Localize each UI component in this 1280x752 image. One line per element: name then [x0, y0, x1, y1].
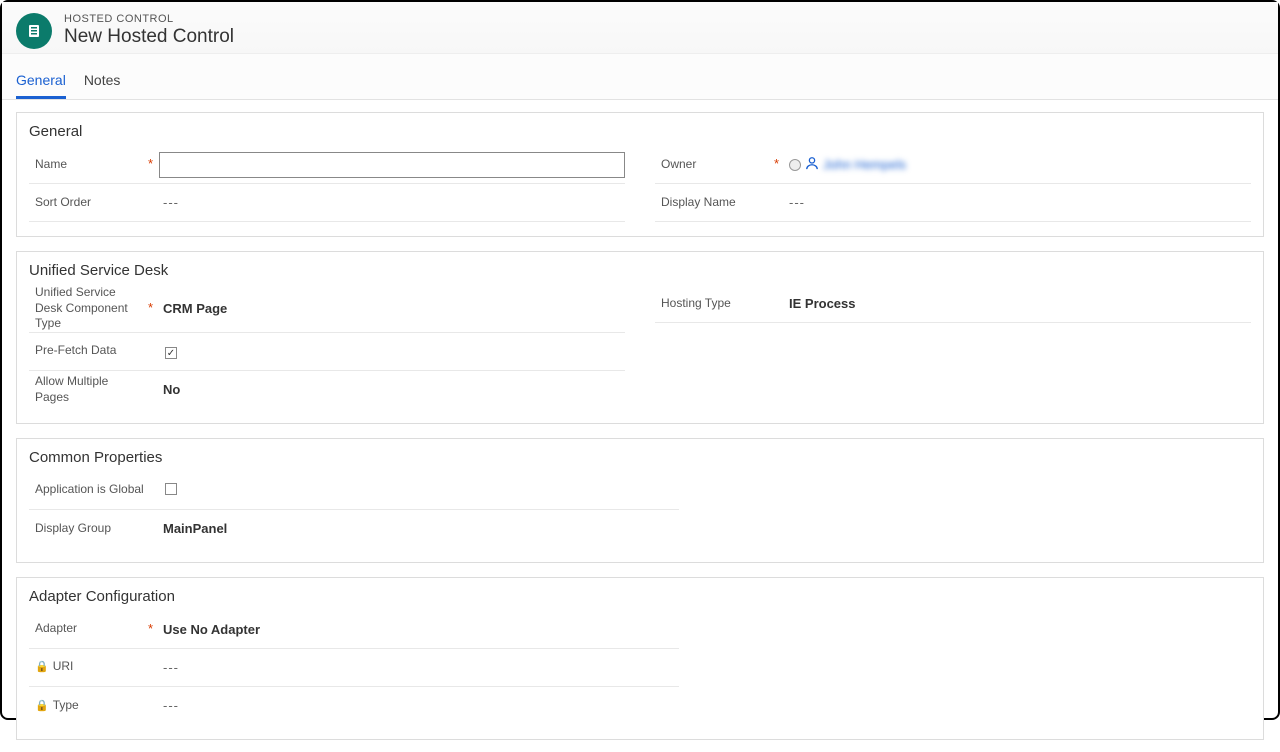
section-general-title: General: [17, 113, 1263, 146]
sort-order-value[interactable]: ---: [159, 195, 625, 210]
entity-type-label: HOSTED CONTROL: [64, 13, 234, 25]
prefetch-checkbox[interactable]: ✓: [165, 347, 177, 359]
component-type-value[interactable]: CRM Page: [159, 301, 625, 316]
display-group-label: Display Group: [35, 521, 111, 537]
app-global-label: Application is Global: [35, 482, 144, 498]
lock-icon: 🔒: [35, 699, 49, 713]
type-label: Type: [53, 698, 79, 714]
required-mark: *: [145, 300, 153, 317]
display-name-label: Display Name: [661, 195, 736, 211]
section-usd-title: Unified Service Desk: [17, 252, 1263, 285]
section-common-title: Common Properties: [17, 439, 1263, 472]
section-usd: Unified Service Desk Unified Service Des…: [16, 251, 1264, 424]
allow-multiple-value[interactable]: No: [159, 382, 625, 397]
section-adapter: Adapter Configuration Adapter * Use No Ad…: [16, 577, 1264, 740]
required-mark: *: [145, 621, 153, 638]
name-input[interactable]: [159, 152, 625, 178]
tab-general[interactable]: General: [16, 72, 66, 99]
allow-multiple-label: Allow Multiple Pages: [35, 374, 145, 405]
display-group-value[interactable]: MainPanel: [159, 521, 679, 536]
section-common: Common Properties Application is Global …: [16, 438, 1264, 563]
owner-label: Owner: [661, 157, 696, 173]
owner-name: John Hempels: [823, 157, 906, 172]
adapter-label: Adapter: [35, 621, 77, 637]
owner-value[interactable]: John Hempels: [785, 156, 1251, 173]
section-adapter-title: Adapter Configuration: [17, 578, 1263, 611]
prefetch-label: Pre-Fetch Data: [35, 343, 116, 359]
sort-order-label: Sort Order: [35, 195, 91, 211]
entity-icon: [16, 13, 52, 49]
hosting-type-label: Hosting Type: [661, 296, 731, 312]
section-general: General Name * Sort Order --- Owner *: [16, 112, 1264, 237]
display-name-value[interactable]: ---: [785, 195, 1251, 210]
uri-label: URI: [53, 659, 74, 675]
page-header: HOSTED CONTROL New Hosted Control: [2, 2, 1278, 54]
status-dot-icon: [789, 159, 801, 171]
app-global-checkbox[interactable]: [165, 483, 177, 495]
tab-bar: General Notes: [2, 54, 1278, 100]
lock-icon: 🔒: [35, 660, 49, 674]
component-type-label: Unified Service Desk Component Type: [35, 285, 145, 332]
page-title: New Hosted Control: [64, 26, 234, 48]
tab-notes[interactable]: Notes: [84, 72, 121, 99]
name-label: Name: [35, 157, 67, 173]
hosting-type-value[interactable]: IE Process: [785, 296, 1251, 311]
person-icon: [805, 156, 819, 173]
required-mark: *: [771, 156, 779, 173]
uri-value: ---: [159, 660, 679, 675]
type-value: ---: [159, 698, 679, 713]
adapter-value[interactable]: Use No Adapter: [159, 622, 679, 637]
required-mark: *: [145, 156, 153, 173]
